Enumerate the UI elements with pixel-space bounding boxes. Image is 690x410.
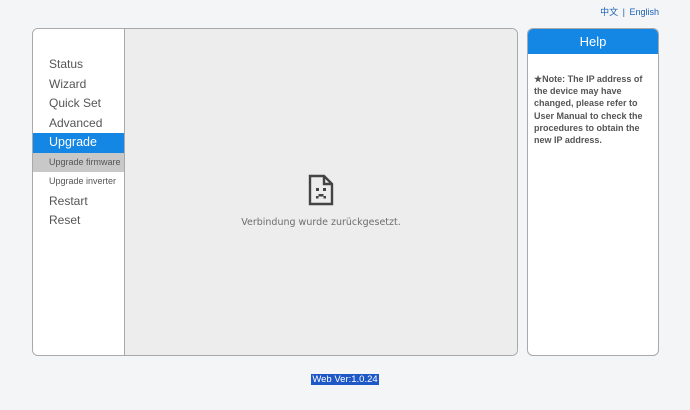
footer: Web Ver:1.0.24 <box>0 369 690 387</box>
nav-item-restart[interactable]: Restart <box>33 192 124 212</box>
nav-item-reset[interactable]: Reset <box>33 211 124 231</box>
nav-subitem-upgrade-firmware[interactable]: Upgrade firmware <box>33 152 124 172</box>
language-chinese-link[interactable]: 中文 <box>600 7 618 17</box>
nav-subitem-upgrade-inverter[interactable]: Upgrade inverter <box>33 172 124 192</box>
language-english-link[interactable]: English <box>629 7 659 17</box>
main-panel: Status Wizard Quick Set Advanced Upgrade… <box>32 28 518 356</box>
nav-item-upgrade[interactable]: Upgrade <box>33 133 124 153</box>
help-panel: Help ★Note: The IP address of the device… <box>527 28 659 356</box>
web-version: Web Ver:1.0.24 <box>311 374 379 385</box>
connection-error: Verbindung wurde zurückgesetzt. <box>125 174 517 228</box>
language-separator: | <box>622 7 625 17</box>
nav-list: Status Wizard Quick Set Advanced Upgrade… <box>33 55 124 231</box>
nav-item-advanced[interactable]: Advanced <box>33 114 124 134</box>
nav-item-quick-set[interactable]: Quick Set <box>33 94 124 114</box>
help-note: ★Note: The IP address of the device may … <box>534 74 643 146</box>
help-title: Help <box>528 29 658 54</box>
content-frame: Verbindung wurde zurückgesetzt. <box>125 29 517 355</box>
error-message: Verbindung wurde zurückgesetzt. <box>241 217 401 228</box>
sidebar-nav: Status Wizard Quick Set Advanced Upgrade… <box>33 29 125 355</box>
nav-item-wizard[interactable]: Wizard <box>33 75 124 95</box>
language-switcher: 中文 | English <box>600 5 659 18</box>
sad-document-icon <box>308 174 334 206</box>
nav-item-status[interactable]: Status <box>33 55 124 75</box>
